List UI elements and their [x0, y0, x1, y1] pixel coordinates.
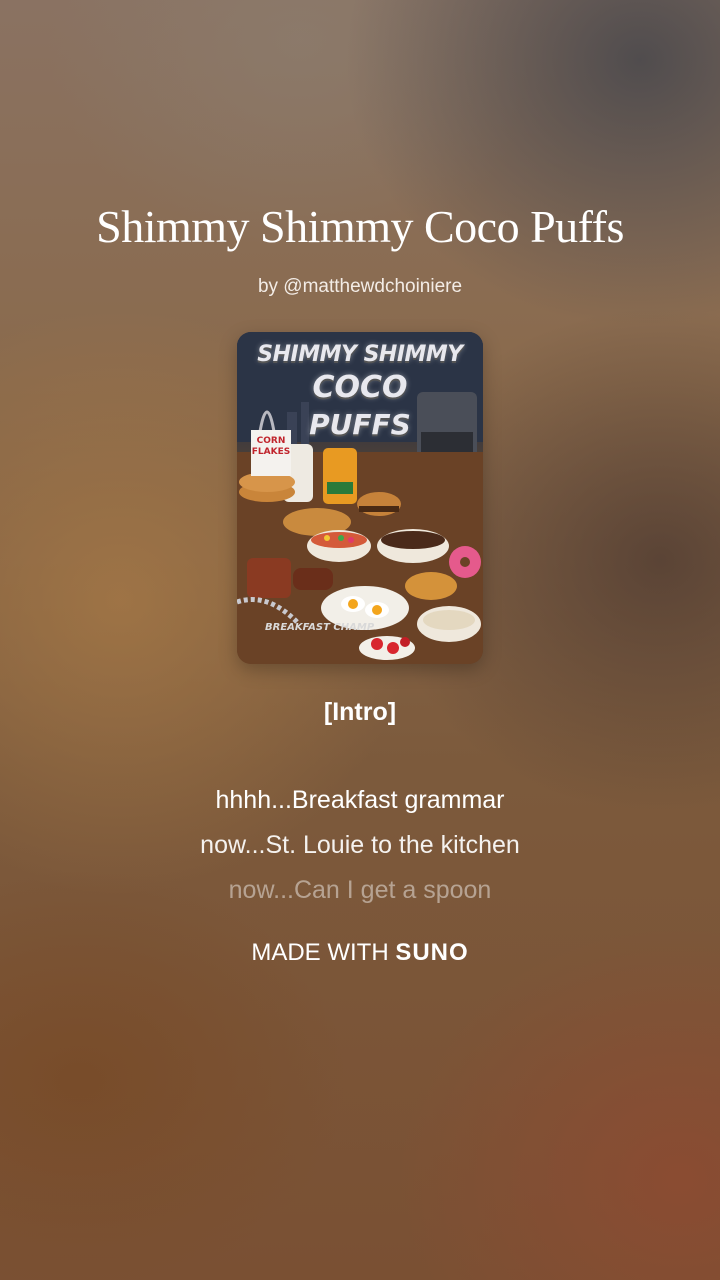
song-title: Shimmy Shimmy Coco Puffs	[96, 201, 624, 252]
cover-title-line2: COCO	[312, 370, 408, 405]
lyric-line-current: hhhh...Breakfast grammar	[215, 786, 505, 814]
album-cover: SHIMMY SHIMMY COCO PUFFS CORN FLAKES BRE…	[237, 332, 483, 664]
made-with-badge: MADE WITH SUNO	[0, 939, 720, 967]
lyric-line-next: now...St. Louie to the kitchen	[200, 831, 520, 859]
artist-handle[interactable]: by @matthewdchoiniere	[0, 276, 720, 298]
lyric-line-upcoming: now...Can I get a spoon	[228, 876, 492, 904]
suno-logo: SUNO	[395, 939, 469, 966]
cover-title-line1: SHIMMY SHIMMY	[257, 342, 463, 367]
lyric-section-label: [Intro]	[323, 698, 397, 726]
cereal-box-label: CORN FLAKES	[251, 430, 291, 476]
lyric-video-frame: Shimmy Shimmy Coco Puffs by @matthewdcho…	[0, 0, 720, 1280]
made-with-prefix: MADE WITH	[251, 939, 396, 966]
cover-bottom-text: BREAKFAST CHAMP	[265, 622, 375, 633]
